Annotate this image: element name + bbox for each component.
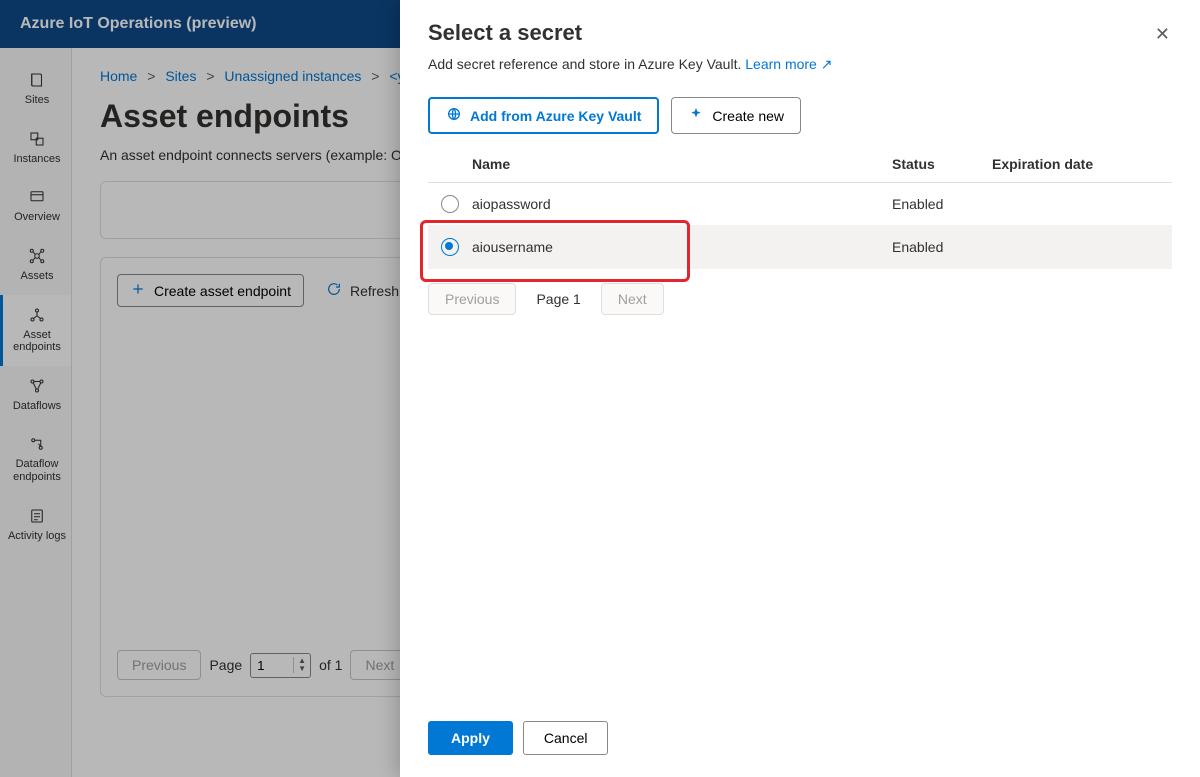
cell-status: Enabled xyxy=(892,196,992,212)
apply-button[interactable]: Apply xyxy=(428,721,513,755)
panel-actions: Add from Azure Key Vault Create new xyxy=(400,81,1200,146)
table-header: Name Status Expiration date xyxy=(428,146,1172,183)
panel-header: Select a secret Add secret reference and… xyxy=(400,0,1200,81)
close-button[interactable]: ✕ xyxy=(1149,18,1176,51)
globe-icon xyxy=(446,106,462,125)
panel-pager-previous[interactable]: Previous xyxy=(428,283,516,315)
sparkle-icon xyxy=(688,106,704,125)
external-link-icon: ↗ xyxy=(821,56,833,72)
create-new-label: Create new xyxy=(712,108,784,124)
add-kv-label: Add from Azure Key Vault xyxy=(470,108,641,124)
panel-pager-current: Page 1 xyxy=(526,284,590,314)
table-row[interactable]: aiousername Enabled xyxy=(428,226,1172,269)
secret-table: Name Status Expiration date aiopassword … xyxy=(400,146,1200,269)
radio-aiousername[interactable] xyxy=(441,238,459,256)
cell-name: aiousername xyxy=(472,239,892,255)
panel-title: Select a secret xyxy=(428,20,1172,46)
panel-subtitle: Add secret reference and store in Azure … xyxy=(428,56,1172,73)
col-status: Status xyxy=(892,156,992,172)
radio-aiopassword[interactable] xyxy=(441,195,459,213)
col-name: Name xyxy=(472,156,892,172)
panel-pager: Previous Page 1 Next xyxy=(400,269,1200,329)
create-new-button[interactable]: Create new xyxy=(671,97,801,134)
panel-subtitle-text: Add secret reference and store in Azure … xyxy=(428,56,745,72)
panel-footer: Apply Cancel xyxy=(400,703,1200,777)
panel-pager-next[interactable]: Next xyxy=(601,283,664,315)
add-from-key-vault-button[interactable]: Add from Azure Key Vault xyxy=(428,97,659,134)
close-icon: ✕ xyxy=(1155,24,1170,44)
select-secret-panel: ✕ Select a secret Add secret reference a… xyxy=(400,0,1200,777)
learn-more-link[interactable]: Learn more ↗ xyxy=(745,56,832,72)
app-root: Azure IoT Operations (preview) Sites Ins… xyxy=(0,0,1200,777)
cancel-button[interactable]: Cancel xyxy=(523,721,609,755)
col-expiration: Expiration date xyxy=(992,156,1172,172)
cell-name: aiopassword xyxy=(472,196,892,212)
learn-more-label: Learn more xyxy=(745,56,817,72)
cell-status: Enabled xyxy=(892,239,992,255)
table-row[interactable]: aiopassword Enabled xyxy=(428,183,1172,226)
